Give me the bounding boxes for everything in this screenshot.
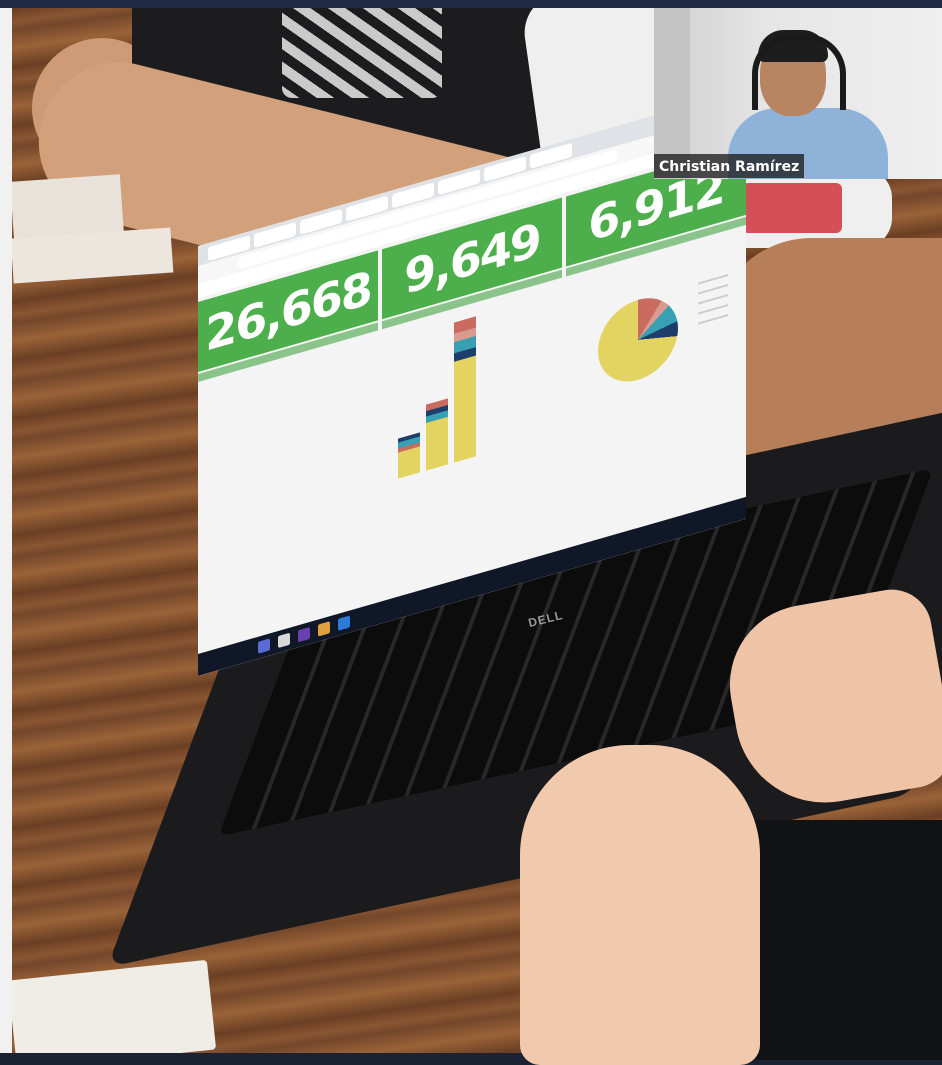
taskbar-icon (318, 621, 330, 637)
typing-hand-left (520, 745, 760, 1065)
shirt-print (742, 183, 842, 233)
legend-line (698, 294, 728, 305)
legend-line (698, 284, 728, 295)
participant-name: Christian Ramírez (659, 159, 800, 175)
participant-name-label: Christian Ramírez (654, 154, 805, 178)
legend-line (698, 304, 728, 315)
taskbar-icon (338, 615, 350, 631)
chart-bar (426, 398, 448, 471)
participant-video-tile[interactable]: Christian Ramírez (654, 8, 942, 179)
taskbar-icon (258, 638, 270, 654)
shirt-print (282, 8, 442, 98)
taskbar-icon (298, 626, 310, 643)
pie-chart (598, 288, 678, 392)
paper-note (12, 227, 174, 284)
meeting-top-bar (0, 0, 942, 8)
taskbar-icon (278, 632, 290, 649)
headset-icon (752, 34, 846, 110)
legend-line (698, 274, 728, 285)
legend-line (698, 314, 728, 325)
left-edge (0, 8, 12, 1053)
paper-note (12, 959, 217, 1053)
chart-bar (454, 316, 476, 463)
chart-bar (398, 432, 420, 479)
